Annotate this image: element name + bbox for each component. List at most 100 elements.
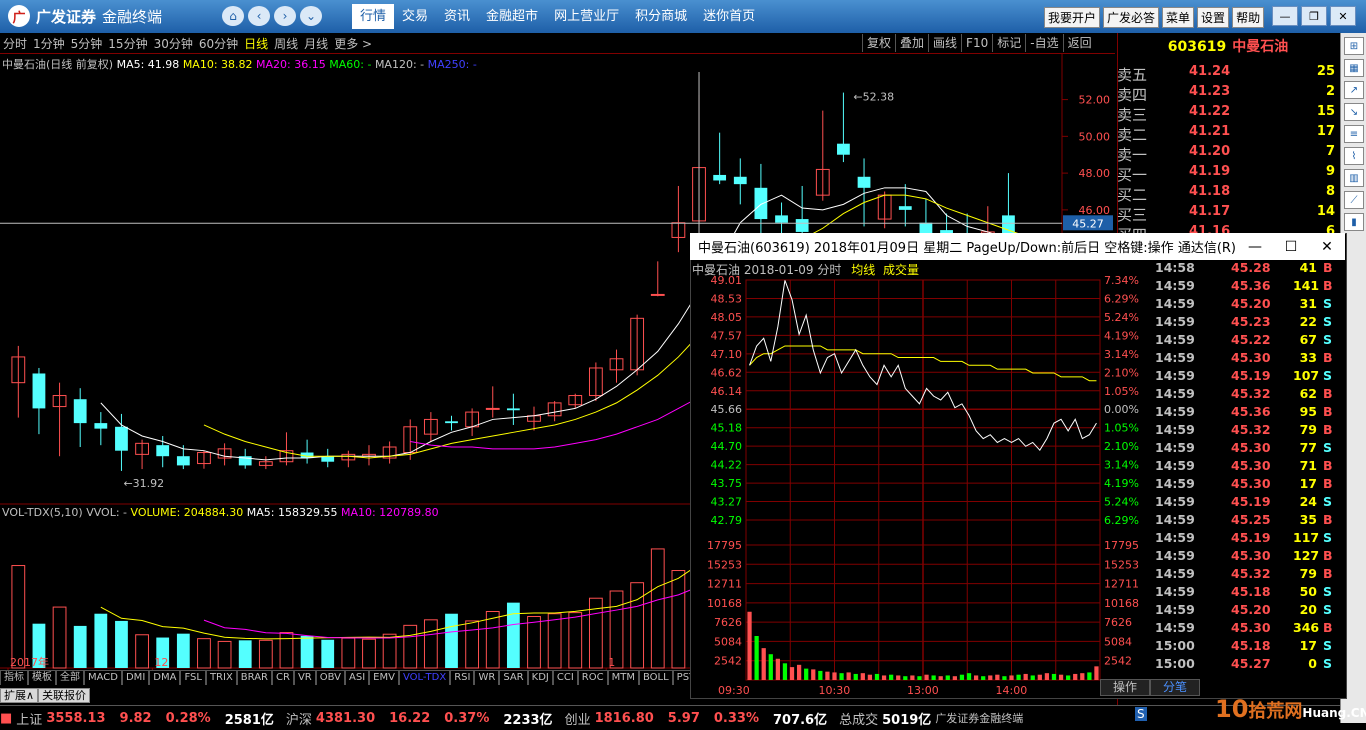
order-row[interactable]: 买二 41.18 8 bbox=[1117, 184, 1339, 204]
tick-row[interactable]: 14:59 45.30 71 B bbox=[1153, 458, 1343, 476]
tick-row[interactable]: 14:59 45.36 95 B bbox=[1153, 404, 1343, 422]
tick-row[interactable]: 14:59 45.30 33 B bbox=[1153, 350, 1343, 368]
popup-maximize-icon[interactable]: ☐ bbox=[1273, 239, 1309, 255]
tick-row[interactable]: 14:59 45.32 79 B bbox=[1153, 422, 1343, 440]
indicator-tab-9[interactable]: CR bbox=[272, 670, 294, 685]
nav-6[interactable]: 迷你首页 bbox=[695, 4, 763, 29]
period-8[interactable]: 月线 bbox=[301, 35, 331, 52]
tick-row[interactable]: 14:59 45.32 62 B bbox=[1153, 386, 1343, 404]
chart-tool-6[interactable]: 返回 bbox=[1062, 34, 1096, 52]
indicator-tab-15[interactable]: RSI bbox=[450, 670, 475, 685]
tick-row[interactable]: 14:59 45.23 22 S bbox=[1153, 314, 1343, 332]
indicator-tab-2[interactable]: 全部 bbox=[56, 670, 84, 685]
tick-row[interactable]: 14:58 45.28 41 B bbox=[1153, 260, 1343, 278]
back-icon[interactable]: ‹ bbox=[248, 6, 270, 26]
trend-icon[interactable]: ⟋ bbox=[1344, 191, 1364, 209]
close-icon[interactable]: ✕ bbox=[1330, 6, 1356, 26]
indicator-tab-21[interactable]: MTM bbox=[607, 670, 639, 685]
indicator-tab-13[interactable]: EMV bbox=[369, 670, 399, 685]
footer-tab-1[interactable]: 分笔 bbox=[1150, 679, 1201, 696]
top-button-4[interactable]: 帮助 bbox=[1232, 7, 1265, 28]
bar-chart-icon[interactable]: ▮ bbox=[1344, 213, 1364, 231]
tick-row[interactable]: 14:59 45.25 35 B bbox=[1153, 512, 1343, 530]
nav-3[interactable]: 金融超市 bbox=[478, 4, 546, 29]
chart-tool-4[interactable]: 标记 bbox=[992, 34, 1025, 52]
indicator-tab-5[interactable]: DMA bbox=[149, 670, 181, 685]
tick-row[interactable]: 14:59 45.18 50 S bbox=[1153, 584, 1343, 602]
footer-tab-0[interactable]: 操作 bbox=[1100, 679, 1151, 696]
indicator-tab-6[interactable]: FSL bbox=[180, 670, 206, 685]
chart-tool-3[interactable]: F10 bbox=[961, 34, 992, 52]
tick-row[interactable]: 14:59 45.30 17 B bbox=[1153, 476, 1343, 494]
indicator-tab-22[interactable]: BOLL bbox=[638, 670, 673, 685]
tick-row[interactable]: 14:59 45.30 127 B bbox=[1153, 548, 1343, 566]
period-4[interactable]: 30分钟 bbox=[151, 35, 196, 52]
nav-4[interactable]: 网上营业厅 bbox=[546, 4, 627, 29]
popup-close-icon[interactable]: ✕ bbox=[1309, 239, 1345, 255]
forward-icon[interactable]: › bbox=[274, 6, 296, 26]
bottom-tab-1[interactable]: 关联报价 bbox=[38, 688, 91, 703]
tick-row[interactable]: 14:59 45.19 117 S bbox=[1153, 530, 1343, 548]
nav-1[interactable]: 交易 bbox=[394, 4, 436, 29]
period-3[interactable]: 15分钟 bbox=[105, 35, 150, 52]
arrow-down-icon[interactable]: ↘ bbox=[1344, 103, 1364, 121]
indicator-tab-16[interactable]: WR bbox=[474, 670, 500, 685]
order-row[interactable]: 卖四 41.23 2 bbox=[1117, 84, 1339, 104]
period-0[interactable]: 分时 bbox=[0, 35, 30, 52]
tick-row[interactable]: 14:59 45.32 79 B bbox=[1153, 566, 1343, 584]
tick-row[interactable]: 14:59 45.22 67 S bbox=[1153, 332, 1343, 350]
home-icon[interactable]: ⌂ bbox=[222, 6, 244, 26]
indicator-tab-17[interactable]: SAR bbox=[499, 670, 528, 685]
period-5[interactable]: 60分钟 bbox=[196, 35, 241, 52]
period-6[interactable]: 日线 bbox=[241, 35, 271, 52]
tick-row[interactable]: 15:00 45.18 17 S bbox=[1153, 638, 1343, 656]
candle-icon[interactable]: ▥ bbox=[1344, 169, 1364, 187]
period-7[interactable]: 周线 bbox=[271, 35, 301, 52]
indicator-tab-7[interactable]: TRIX bbox=[205, 670, 237, 685]
chart-tool-5[interactable]: -自选 bbox=[1025, 34, 1062, 52]
minimize-icon[interactable]: — bbox=[1272, 6, 1298, 26]
top-button-2[interactable]: 菜单 bbox=[1162, 7, 1195, 28]
tick-row[interactable]: 14:59 45.19 107 S bbox=[1153, 368, 1343, 386]
period-9[interactable]: 更多 > bbox=[331, 35, 375, 52]
indicator-tab-11[interactable]: OBV bbox=[315, 670, 345, 685]
indicator-tab-3[interactable]: MACD bbox=[84, 670, 122, 685]
indicator-tab-19[interactable]: CCI bbox=[552, 670, 578, 685]
order-row[interactable]: 卖三 41.22 15 bbox=[1117, 104, 1339, 124]
restore-icon[interactable]: ❐ bbox=[1301, 6, 1327, 26]
popup-minimize-icon[interactable]: — bbox=[1237, 239, 1273, 255]
tick-row[interactable]: 14:59 45.20 31 S bbox=[1153, 296, 1343, 314]
order-row[interactable]: 买三 41.17 14 bbox=[1117, 204, 1339, 224]
order-row[interactable]: 卖五 41.24 25 bbox=[1117, 64, 1339, 84]
top-button-1[interactable]: 广发必答 bbox=[1103, 7, 1160, 28]
indicator-tab-8[interactable]: BRAR bbox=[236, 670, 272, 685]
nav-2[interactable]: 资讯 bbox=[436, 4, 478, 29]
tick-row[interactable]: 14:59 45.30 346 B bbox=[1153, 620, 1343, 638]
indicator-tab-0[interactable]: 指标 bbox=[0, 670, 28, 685]
order-row[interactable]: 卖一 41.20 7 bbox=[1117, 144, 1339, 164]
chart-tool-2[interactable]: 画线 bbox=[928, 34, 961, 52]
indicator-tab-18[interactable]: KDJ bbox=[527, 670, 553, 685]
tick-row[interactable]: 14:59 45.19 24 S bbox=[1153, 494, 1343, 512]
list-icon[interactable]: ≡ bbox=[1344, 125, 1364, 143]
tick-row[interactable]: 14:59 45.20 20 S bbox=[1153, 602, 1343, 620]
grid-icon[interactable]: ▦ bbox=[1344, 59, 1364, 77]
tick-row[interactable]: 14:59 45.36 141 B bbox=[1153, 278, 1343, 296]
indicator-tab-1[interactable]: 模板 bbox=[28, 670, 56, 685]
order-row[interactable]: 买一 41.19 9 bbox=[1117, 164, 1339, 184]
indicator-tab-20[interactable]: ROC bbox=[577, 670, 608, 685]
tick-row[interactable]: 14:59 45.30 77 S bbox=[1153, 440, 1343, 458]
top-button-0[interactable]: 我要开户 bbox=[1044, 7, 1101, 28]
tick-row[interactable]: 15:00 45.27 0 S bbox=[1153, 656, 1343, 674]
period-1[interactable]: 1分钟 bbox=[30, 35, 68, 52]
arrow-up-icon[interactable]: ↗ bbox=[1344, 81, 1364, 99]
chart-line-icon[interactable]: ⌇ bbox=[1344, 147, 1364, 165]
ime-sogou-icon[interactable]: S bbox=[1135, 707, 1147, 721]
chart-tool-1[interactable]: 叠加 bbox=[895, 34, 928, 52]
indicator-tab-12[interactable]: ASI bbox=[345, 670, 370, 685]
bottom-tab-0[interactable]: 扩展∧ bbox=[0, 688, 39, 703]
indicator-tab-14[interactable]: VOL-TDX bbox=[398, 670, 451, 685]
indicator-tab-4[interactable]: DMI bbox=[121, 670, 150, 685]
indicator-tab-10[interactable]: VR bbox=[293, 670, 316, 685]
nav-5[interactable]: 积分商城 bbox=[627, 4, 695, 29]
